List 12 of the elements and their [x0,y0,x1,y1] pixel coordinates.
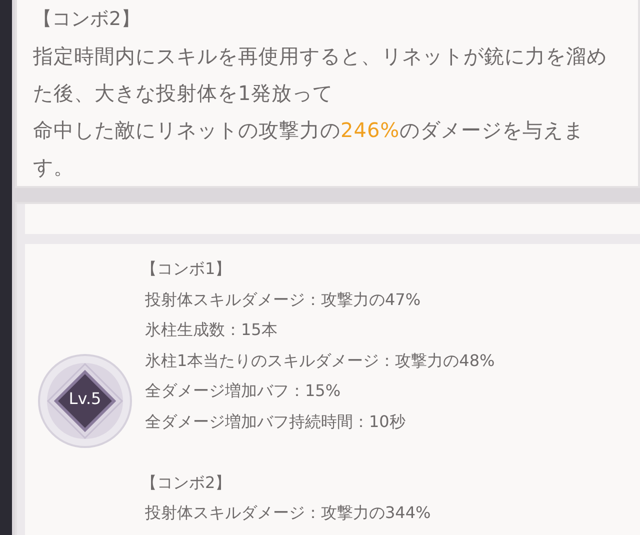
section-heading: 【コンボ2】 [141,472,232,494]
description-text: 指定時間内にスキルを再使用すると、リネットが銃に力を溜めた後、大きな投射体を1発放って [33,43,608,107]
stat-text: 全ダメージ増加バフ持続時間：10秒 [145,410,406,432]
stat-text: 投射体スキルダメージ：攻撃力の47% [145,288,422,310]
level-label: Lv.5 [68,389,102,408]
stat-text: 全ダメージ増加バフ：15% [145,380,342,402]
stat-text: 氷柱生成数：15本 [145,319,278,341]
section-heading: 【コンボ1】 [141,258,232,280]
section-heading: 【コンボ2】 [33,7,140,32]
description-text: 命中した敵にリネットの攻撃力の246%のダメージを与えます。 [33,117,586,181]
stat-text: 氷柱1本当たりのスキルダメージ：攻撃力の48% [145,350,495,372]
stat-text: 投射体スキルダメージ：攻撃力の344% [145,502,432,524]
